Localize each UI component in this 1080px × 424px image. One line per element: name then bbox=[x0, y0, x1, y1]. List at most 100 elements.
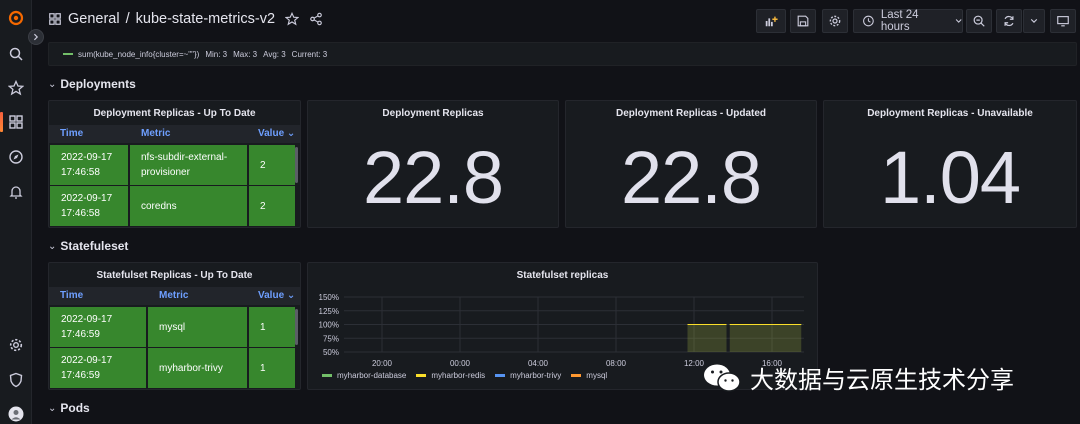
cell-metric: myharbor-trivy bbox=[148, 348, 249, 388]
column-header-value[interactable]: Value ⌄ bbox=[258, 290, 295, 301]
x-tick-label: 08:00 bbox=[606, 359, 627, 368]
row-title: Statefuleset bbox=[60, 239, 129, 253]
deployment-table-panel: Deployment Replicas - Up To Date Time Me… bbox=[48, 100, 301, 228]
row-pods[interactable]: ⌄ Pods bbox=[48, 401, 90, 415]
column-header-time[interactable]: Time bbox=[60, 290, 83, 301]
time-range-label: Last 24 hours bbox=[880, 9, 919, 33]
refresh-interval-dropdown[interactable] bbox=[1023, 9, 1045, 33]
y-tick-label: 50% bbox=[323, 348, 339, 357]
cell-time: 2022-09-17 17:46:58 bbox=[50, 145, 130, 185]
row-title: Pods bbox=[60, 401, 90, 415]
zoom-out-button[interactable] bbox=[966, 9, 992, 33]
monitor-icon bbox=[1057, 16, 1069, 27]
chevron-down-icon bbox=[955, 19, 962, 23]
chart-legend: myharbor-database myharbor-redis myharbor-… bbox=[322, 371, 617, 380]
cell-time: 2022-09-17 17:46:59 bbox=[50, 348, 148, 388]
table-scrollbar[interactable] bbox=[295, 147, 298, 183]
chevron-down-icon bbox=[1030, 19, 1038, 23]
legend-label: mysql bbox=[586, 371, 608, 380]
legend-swatch bbox=[322, 374, 332, 377]
cell-value: 2 bbox=[249, 145, 297, 185]
column-header-value-label: Value bbox=[258, 290, 285, 301]
star-icon[interactable] bbox=[0, 77, 32, 99]
y-tick-label: 125% bbox=[319, 307, 339, 316]
gear-icon bbox=[829, 15, 841, 27]
table-header: Time Metric Value ⌄ bbox=[49, 125, 300, 143]
sort-desc-icon: ⌄ bbox=[286, 290, 296, 301]
table-scrollbar[interactable] bbox=[295, 309, 298, 345]
column-header-value[interactable]: Value ⌄ bbox=[258, 128, 295, 139]
sidebar-expand-button[interactable] bbox=[28, 29, 44, 45]
stat-value: 22.8 bbox=[620, 136, 762, 219]
watermark: 大数据与云原生技术分享 bbox=[702, 360, 1014, 395]
series-area bbox=[687, 324, 727, 352]
panel-title: Deployment Replicas - Unavailable bbox=[867, 108, 1033, 119]
favorite-star-icon[interactable] bbox=[285, 12, 300, 26]
refresh-icon bbox=[1004, 15, 1014, 27]
legend-item[interactable]: mysql bbox=[571, 371, 607, 380]
cell-time: 2022-09-17 17:46:59 bbox=[50, 307, 148, 347]
add-panel-button[interactable] bbox=[756, 9, 786, 33]
cell-metric: nfs-subdir-external-provisioner bbox=[130, 145, 249, 185]
watermark-text: 大数据与云原生技术分享 bbox=[750, 366, 1014, 394]
save-dashboard-button[interactable] bbox=[790, 9, 816, 33]
user-avatar-icon[interactable] bbox=[0, 403, 32, 424]
legend-swatch bbox=[63, 52, 73, 56]
panel-title: Deployment Replicas bbox=[382, 108, 484, 119]
legend-item[interactable]: myharbor-database bbox=[322, 371, 406, 380]
series-area bbox=[729, 324, 802, 352]
search-icon[interactable] bbox=[0, 43, 32, 65]
panel-title: Statefulset replicas bbox=[516, 270, 609, 281]
cell-metric bbox=[130, 227, 249, 228]
folder-link[interactable]: General bbox=[68, 11, 120, 27]
time-range-picker[interactable]: Last 24 hours bbox=[853, 9, 963, 33]
stat-panel-deployment-replicas-updated: Deployment Replicas - Updated 22.8 bbox=[565, 100, 817, 228]
panel-title: Deployment Replicas - Updated bbox=[615, 108, 767, 119]
chevron-right-icon bbox=[33, 33, 39, 41]
column-header-metric[interactable]: Metric bbox=[141, 128, 170, 139]
alerting-bell-icon[interactable] bbox=[0, 181, 32, 203]
stat-panel-deployment-replicas-unavailable: Deployment Replicas - Unavailable 1.04 bbox=[823, 100, 1077, 228]
row-statefulset[interactable]: ⌄ Statefuleset bbox=[48, 239, 128, 253]
shield-icon[interactable] bbox=[0, 369, 32, 391]
legend-label: myharbor-redis bbox=[431, 371, 486, 380]
grafana-logo-icon[interactable] bbox=[0, 7, 32, 29]
legend-series-name[interactable]: sum(kube_node_info{cluster=~""}) bbox=[78, 50, 199, 59]
legend-item[interactable]: myharbor-trivy bbox=[495, 371, 561, 380]
stat-panel-deployment-replicas: Deployment Replicas 22.8 bbox=[307, 100, 559, 228]
cell-metric bbox=[148, 389, 249, 390]
sort-desc-icon: ⌄ bbox=[286, 128, 296, 139]
cell-value: 1 bbox=[249, 307, 297, 347]
node-info-legend: sum(kube_node_info{cluster=~""}) Min: 3 … bbox=[48, 42, 1077, 66]
legend-item[interactable]: myharbor-redis bbox=[416, 371, 485, 380]
tv-mode-button[interactable] bbox=[1050, 9, 1076, 33]
legend-avg: Avg: 3 bbox=[263, 49, 286, 59]
column-header-value-label: Value bbox=[258, 128, 285, 139]
dashboard-settings-button[interactable] bbox=[822, 9, 848, 33]
share-icon[interactable] bbox=[309, 12, 323, 26]
save-icon bbox=[797, 15, 809, 27]
dashboard-title[interactable]: kube-state-metrics-v2 bbox=[136, 11, 275, 27]
refresh-button[interactable] bbox=[996, 9, 1022, 33]
legend-swatch bbox=[416, 374, 427, 377]
row-deployments[interactable]: ⌄ Deployments bbox=[48, 77, 136, 91]
column-header-metric[interactable]: Metric bbox=[159, 290, 188, 301]
cell-metric: mysql bbox=[148, 307, 249, 347]
explore-compass-icon[interactable] bbox=[0, 146, 32, 168]
row-collapse-chevron-icon: ⌄ bbox=[48, 402, 57, 414]
stat-value: 1.04 bbox=[879, 136, 1021, 219]
y-tick-label: 75% bbox=[323, 334, 339, 343]
x-tick-label: 04:00 bbox=[528, 359, 549, 368]
cell-value: 2 bbox=[249, 186, 297, 226]
cell-value bbox=[249, 389, 297, 390]
stat-value: 22.8 bbox=[362, 136, 504, 219]
x-tick-label: 20:00 bbox=[372, 359, 393, 368]
clock-icon bbox=[863, 15, 874, 27]
wechat-logo-icon bbox=[704, 364, 741, 392]
add-panel-icon bbox=[765, 16, 778, 27]
dashboards-icon[interactable] bbox=[0, 111, 32, 133]
statefulset-table-panel: Statefulset Replicas - Up To Date Time M… bbox=[48, 262, 301, 390]
settings-gear-icon[interactable] bbox=[0, 334, 32, 356]
column-header-time[interactable]: Time bbox=[60, 128, 83, 139]
x-tick-label: 00:00 bbox=[450, 359, 471, 368]
